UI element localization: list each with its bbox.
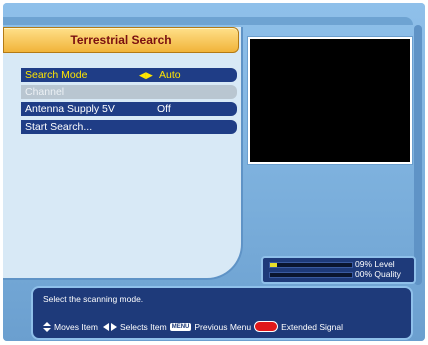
signal-panel: 09% Level 00% Quality bbox=[261, 256, 416, 284]
level-bar-fill bbox=[270, 263, 278, 267]
tv-screen: Terrestrial Search Search Mode ◀▶ Auto C… bbox=[3, 3, 425, 341]
previous-menu-label: Previous Menu bbox=[194, 321, 252, 332]
menu-item-label: Antenna Supply 5V bbox=[25, 103, 115, 115]
left-right-arrows-icon[interactable]: ◀▶ bbox=[139, 68, 153, 82]
quality-bar bbox=[269, 272, 353, 278]
key-legend: Moves Item Selects Item MENU Previous Me… bbox=[43, 321, 343, 332]
help-panel: Select the scanning mode. Moves Item Sel… bbox=[31, 286, 413, 340]
left-right-arrows-icon bbox=[102, 322, 117, 331]
title-tab: Terrestrial Search bbox=[3, 27, 239, 53]
menu-item-start-search[interactable]: Start Search... bbox=[21, 120, 237, 134]
menu-item-value: Auto bbox=[159, 69, 181, 81]
menu-panel bbox=[3, 27, 243, 280]
level-bar bbox=[269, 262, 353, 268]
menu-key-icon: MENU bbox=[169, 322, 192, 331]
video-preview bbox=[248, 37, 412, 164]
extended-signal-label: Extended Signal bbox=[281, 321, 344, 332]
page-title: Terrestrial Search bbox=[70, 33, 172, 47]
menu-item-search-mode[interactable]: Search Mode ◀▶ Auto bbox=[21, 68, 237, 82]
quality-label: 00% Quality bbox=[355, 269, 401, 279]
moves-item-label: Moves Item bbox=[54, 321, 98, 332]
level-label: 09% Level bbox=[355, 259, 395, 269]
menu-item-value: Off bbox=[157, 103, 171, 115]
up-down-arrows-icon bbox=[43, 321, 51, 332]
menu-item-channel: Channel bbox=[21, 85, 237, 99]
menu-item-label: Search Mode bbox=[25, 69, 88, 81]
selects-item-label: Selects Item bbox=[119, 321, 167, 332]
top-strip bbox=[3, 17, 413, 25]
help-text: Select the scanning mode. bbox=[43, 294, 144, 304]
right-bar bbox=[414, 25, 422, 285]
red-button-icon bbox=[254, 321, 279, 332]
menu-item-label: Channel bbox=[25, 86, 65, 98]
menu-item-label: Start Search... bbox=[25, 121, 93, 133]
menu-item-antenna-supply[interactable]: Antenna Supply 5V Off bbox=[21, 102, 237, 116]
